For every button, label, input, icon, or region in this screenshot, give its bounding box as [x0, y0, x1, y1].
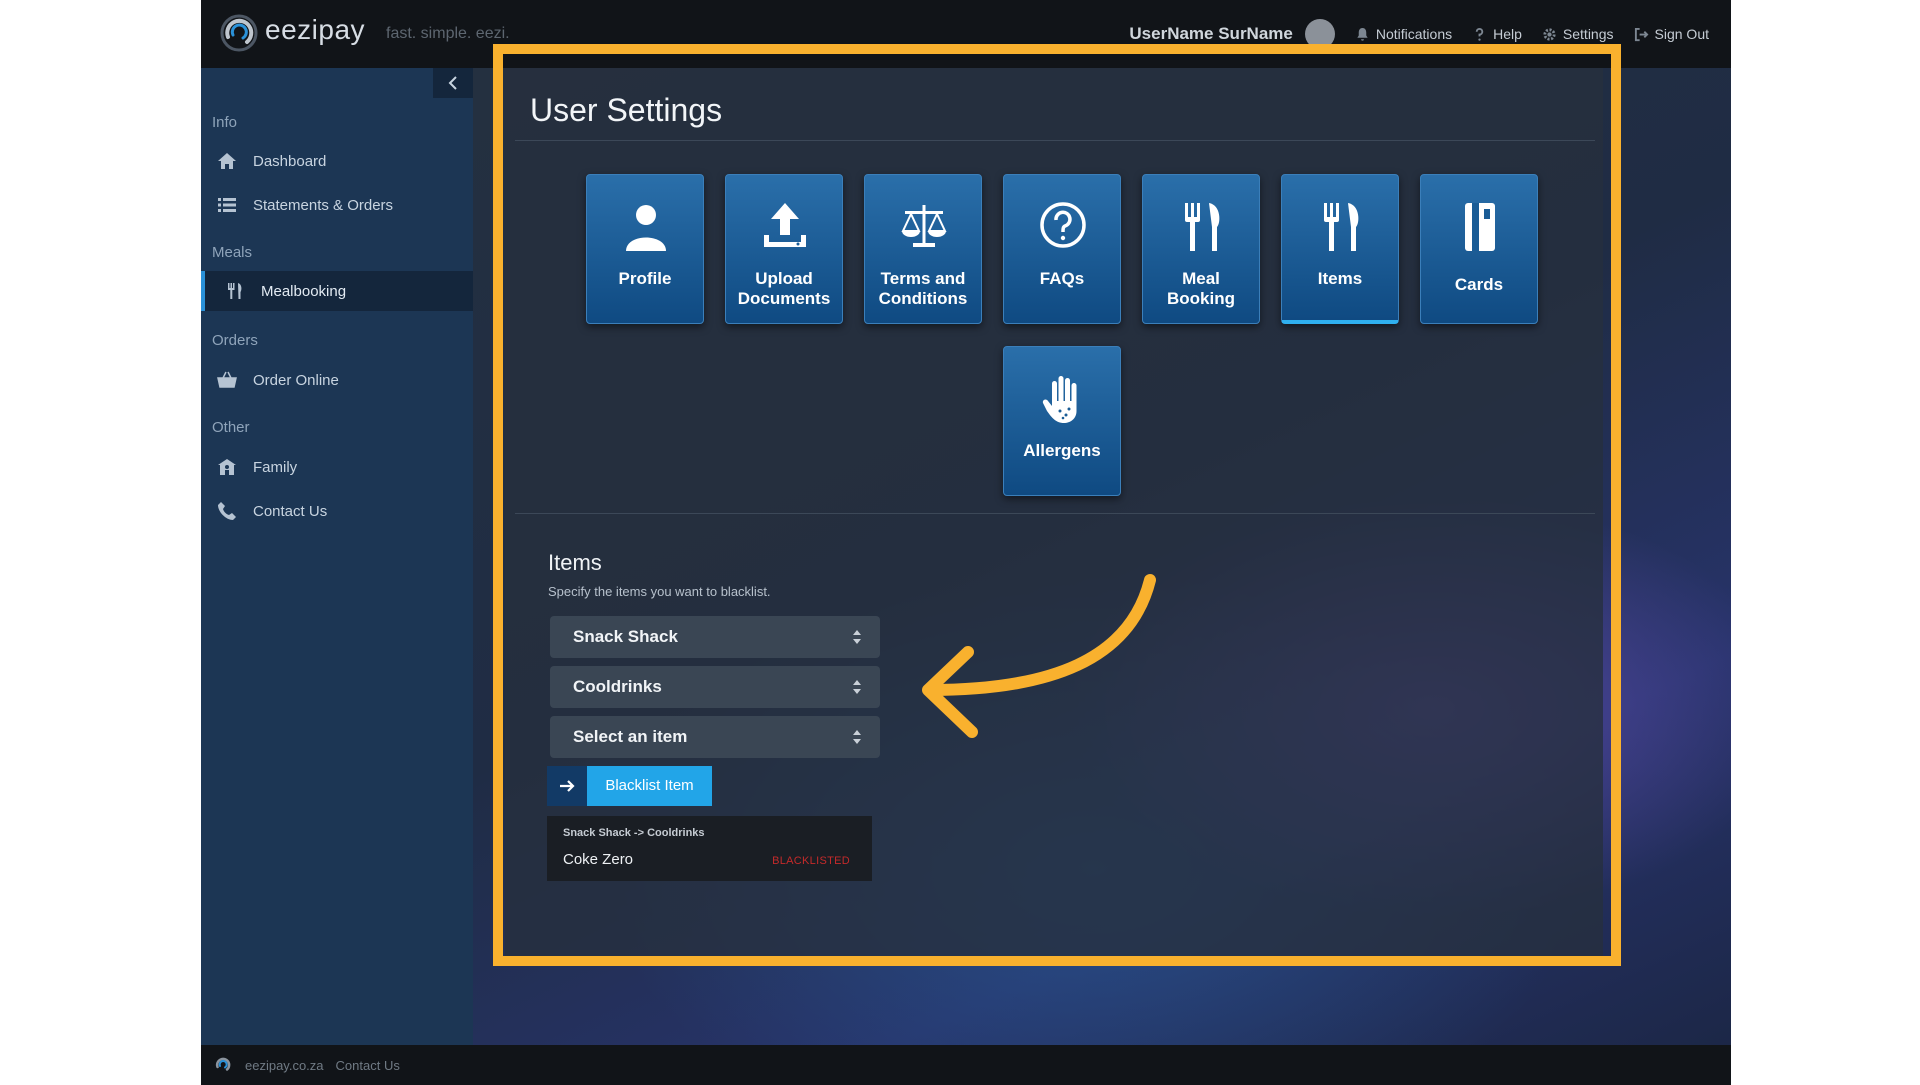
list-icon [218, 198, 236, 212]
family-icon [218, 459, 236, 475]
sidebar-item-label: Dashboard [253, 152, 327, 170]
sign-out-link[interactable]: Sign Out [1634, 26, 1709, 42]
sidebar-item-family[interactable]: Family [201, 447, 473, 487]
notifications-label: Notifications [1375, 26, 1453, 42]
eezipay-logo-icon[interactable] [219, 13, 259, 53]
curved-arrow-annotation-icon [922, 574, 1156, 738]
sidebar-item-label: Family [253, 458, 298, 476]
sidebar-item-order-online[interactable]: Order Online [201, 360, 473, 400]
notifications-link[interactable]: Notifications [1355, 26, 1452, 42]
sidebar-item-label: Order Online [253, 371, 339, 389]
brand-name[interactable]: eezipay [265, 14, 365, 46]
phone-icon [218, 502, 236, 520]
gear-icon [1543, 27, 1556, 41]
highlight-frame [493, 44, 1621, 966]
bell-icon [1357, 27, 1368, 41]
sidebar-section-orders: Orders [212, 332, 258, 349]
help-label: Help [1493, 26, 1522, 42]
settings-label: Settings [1562, 26, 1614, 42]
basket-icon [217, 371, 237, 388]
sidebar-section-info: Info [212, 114, 238, 131]
sidebar-item-statements[interactable]: Statements & Orders [201, 185, 473, 225]
footer: eezipay.co.za Contact Us [201, 1045, 1731, 1085]
sidebar-item-contact-us[interactable]: Contact Us [201, 491, 473, 531]
sidebar-item-mealbooking[interactable]: Mealbooking [201, 271, 473, 311]
footer-site-link[interactable]: eezipay.co.za [245, 1058, 324, 1073]
sidebar: Info Dashboard Statements & Orders Meals… [201, 68, 473, 1045]
home-icon [218, 153, 236, 169]
sidebar-collapse-button[interactable] [433, 68, 473, 98]
eezipay-logo-icon [215, 1057, 231, 1071]
sidebar-item-label: Statements & Orders [253, 196, 394, 214]
sidebar-item-label: Contact Us [253, 502, 328, 520]
sign-out-label: Sign Out [1654, 26, 1709, 42]
footer-contact-link[interactable]: Contact Us [336, 1058, 400, 1073]
chevron-left-icon [448, 76, 457, 90]
settings-link[interactable]: Settings [1542, 26, 1614, 42]
sidebar-section-other: Other [212, 419, 250, 436]
help-link[interactable]: Help [1472, 26, 1522, 42]
fork-knife-icon [228, 283, 242, 299]
user-name[interactable]: UserName SurName [1129, 24, 1292, 44]
sign-out-icon [1634, 27, 1648, 41]
sidebar-item-label: Mealbooking [261, 282, 347, 300]
brand-tagline: fast. simple. eezi. [386, 25, 510, 42]
question-mark-icon [1475, 27, 1484, 41]
sidebar-section-meals: Meals [212, 244, 253, 261]
sidebar-item-dashboard[interactable]: Dashboard [201, 141, 473, 181]
